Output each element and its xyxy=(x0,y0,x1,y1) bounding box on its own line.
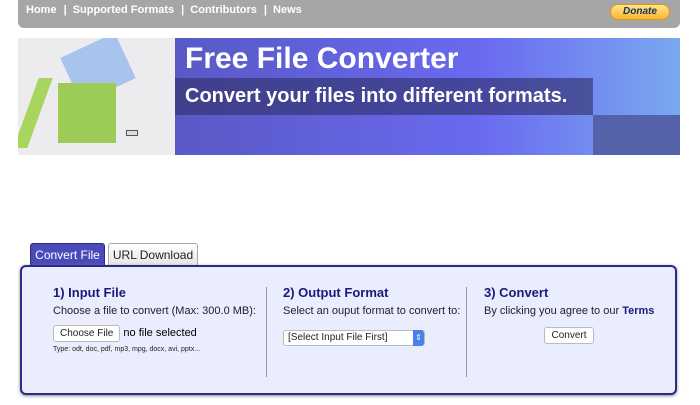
nav-separator: | xyxy=(63,4,67,16)
nav-supported-formats[interactable]: Supported Formats xyxy=(73,4,174,16)
select-value: [Select Input File First] xyxy=(288,332,388,343)
nav-separator: | xyxy=(181,4,185,16)
choose-file-button[interactable]: Choose File xyxy=(53,325,121,342)
output-format-section: 2) Output Format Select an ouput format … xyxy=(283,285,460,346)
tab-convert-file[interactable]: Convert File xyxy=(30,243,105,266)
convert-button[interactable]: Convert xyxy=(544,327,594,344)
chevron-updown-icon: ⇕ xyxy=(413,330,424,346)
input-file-section: 1) Input File Choose a file to convert (… xyxy=(53,285,256,353)
banner-title: Free File Converter xyxy=(185,42,459,75)
output-desc: Select an ouput format to convert to: xyxy=(283,305,461,317)
convert-section: 3) Convert By clicking you agree to our … xyxy=(484,285,654,344)
terms-link[interactable]: Terms xyxy=(622,305,654,317)
output-heading: 2) Output Format xyxy=(283,285,389,300)
input-heading: 1) Input File xyxy=(53,285,126,300)
file-types: Type: odt, doc, pdf, mp3, mpg, docx, avi… xyxy=(53,346,201,353)
divider xyxy=(266,287,267,377)
file-box-image xyxy=(18,38,175,155)
convert-panel: 1) Input File Choose a file to convert (… xyxy=(20,265,677,395)
output-format-select[interactable]: [Select Input File First] ⇕ xyxy=(283,330,425,346)
nav-news[interactable]: News xyxy=(273,4,302,16)
banner: Free File Converter Convert your files i… xyxy=(18,38,680,155)
banner-subtitle: Convert your files into different format… xyxy=(185,85,568,107)
nav-separator: | xyxy=(263,4,267,16)
nav-contributors[interactable]: Contributors xyxy=(190,4,257,16)
divider xyxy=(466,287,467,377)
convert-desc: By clicking you agree to our xyxy=(484,305,620,317)
top-nav: Home | Supported Formats | Contributors | N… xyxy=(18,0,680,28)
tab-url-download[interactable]: URL Download xyxy=(108,243,198,266)
input-desc: Choose a file to convert (Max: 300.0 MB)… xyxy=(53,305,256,317)
nav-home[interactable]: Home xyxy=(26,4,57,16)
convert-heading: 3) Convert xyxy=(484,285,549,300)
donate-button[interactable]: Donate xyxy=(610,4,670,20)
file-status: no file selected xyxy=(123,327,197,339)
